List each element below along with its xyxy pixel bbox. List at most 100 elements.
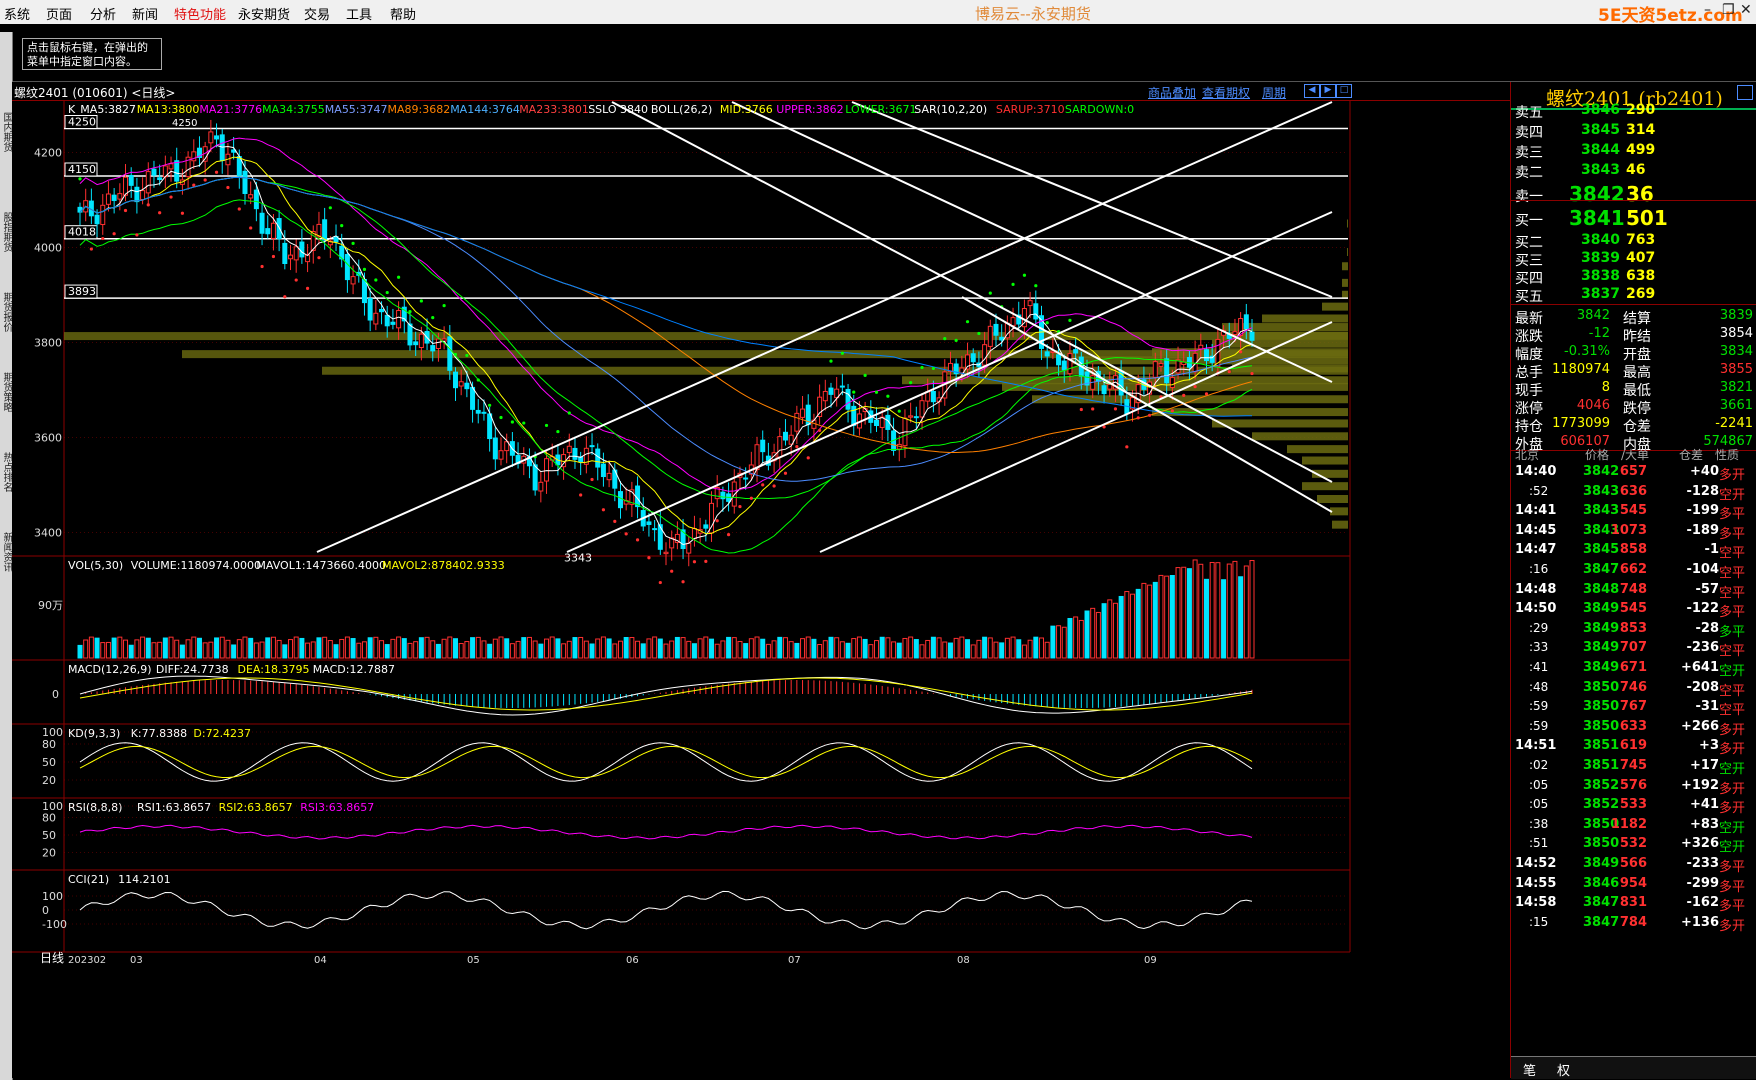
tick-time: 14:55	[1515, 875, 1557, 891]
volume-bar	[248, 637, 254, 659]
candle-body	[874, 419, 880, 427]
rsi-legend: RSI3:63.8657	[300, 801, 374, 814]
menu-page[interactable]: 页面	[46, 4, 72, 23]
volume-profile-bar	[1342, 262, 1348, 271]
tick-row: :59 3850 767 -31 空平	[1511, 697, 1756, 718]
close-icon[interactable]: ✕	[1740, 2, 1752, 18]
sar-dot	[1193, 384, 1197, 389]
candle-body	[822, 390, 828, 402]
quote-tab-0[interactable]: 笔	[1523, 1060, 1536, 1079]
tick-oi-change: +40	[1690, 464, 1719, 479]
volume-bar	[657, 638, 663, 659]
sar-dot	[78, 177, 82, 181]
tick-row: 14:51 3851 619 +3 多开	[1511, 736, 1756, 757]
sar-dot	[772, 484, 776, 488]
side-tab-0[interactable]: 国内期货	[0, 112, 12, 152]
hint-line-1: 点击鼠标右键，在弹出的	[27, 41, 148, 54]
menu-trade[interactable]: 交易	[304, 4, 330, 23]
volume-bar	[1158, 574, 1164, 659]
side-tab-2[interactable]: 期货报价	[0, 292, 12, 332]
volume-bar	[1027, 639, 1033, 659]
volume-bar	[350, 638, 356, 659]
menu-tools[interactable]: 工具	[346, 4, 372, 23]
volume-bar	[811, 638, 817, 659]
volume-bar	[196, 637, 202, 659]
volume-profile-bar	[1322, 302, 1348, 311]
volume-bar	[669, 640, 675, 659]
candle-body	[993, 323, 999, 336]
minimize-icon[interactable]: –	[1704, 2, 1711, 18]
sar-dot	[954, 338, 958, 342]
tick-row: :51 3850 532 +326 空开	[1511, 834, 1756, 856]
stat-row: 持仓 1773099 仓差 -2241	[1511, 414, 1756, 435]
side-tab-5[interactable]: 新闻资讯	[0, 532, 12, 572]
volume-bar	[987, 637, 993, 659]
menu-help[interactable]: 帮助	[390, 4, 416, 23]
tick-price: 3847	[1583, 914, 1620, 930]
sar-dot	[806, 456, 810, 460]
candle-body	[145, 171, 151, 194]
volume-bar	[600, 636, 606, 659]
ask-price: 3844	[1581, 142, 1620, 158]
volume-bar	[640, 643, 646, 659]
chart-canvas: 4200 4000 3800 3600 3400 4250 4150 4018 3893 4250…	[12, 100, 1351, 966]
tick-time: :02	[1529, 758, 1549, 772]
sar-dot	[442, 304, 446, 308]
macd-legend: MACD(12,26,9)	[68, 663, 152, 676]
menu-news[interactable]: 新闻	[132, 4, 158, 23]
volume-bar	[805, 636, 811, 659]
sar-dot	[146, 203, 150, 207]
volume-bar	[817, 644, 823, 659]
tick-volume: 671	[1619, 660, 1647, 675]
tick-row: :15 3847 784 +136 多开	[1511, 913, 1756, 934]
menu-yongan[interactable]: 永安期货	[238, 4, 290, 23]
tick-oi-change: -57	[1695, 581, 1720, 597]
menu-features[interactable]: 特色功能	[174, 4, 226, 23]
volume-bar	[88, 636, 94, 659]
tick-row: 14:50 3849 545 -122 多平	[1511, 599, 1756, 620]
side-tab-1[interactable]: 股指期货	[0, 212, 12, 252]
sar-dot	[886, 394, 890, 398]
kline-chart-panel[interactable]: 螺纹2401 (010601) <日线> 商品叠加 查看期权 周期 ◀ ▶ □ …	[12, 82, 1510, 1078]
candle-body	[595, 448, 601, 468]
sar-dot	[1239, 350, 1243, 354]
volume-bar	[373, 636, 379, 659]
rsi-tick-label: 20	[42, 846, 56, 859]
candle-body	[219, 134, 225, 162]
menu-analysis[interactable]: 分析	[90, 4, 116, 23]
ask-label: 卖二	[1515, 165, 1543, 181]
tick-volume: 545	[1619, 601, 1647, 617]
candle-body	[492, 437, 498, 460]
candle-body	[208, 131, 214, 144]
sar-dot	[305, 286, 310, 290]
restore-icon[interactable]: ❐	[1722, 2, 1735, 18]
tick-nature: 空平	[1719, 683, 1746, 699]
quote-tab-1[interactable]: 权	[1557, 1060, 1570, 1079]
candle-body	[839, 385, 845, 388]
menu-system[interactable]: 系统	[4, 4, 30, 23]
sar-dot	[237, 207, 241, 211]
volume-bar	[487, 643, 493, 659]
tick-oi-change: +136	[1680, 914, 1719, 930]
sar-dot	[544, 423, 549, 428]
candle-body	[1027, 300, 1033, 307]
stat-value: 1773099	[1552, 416, 1610, 431]
candle-body	[686, 542, 692, 554]
sar-dot	[476, 378, 480, 382]
stat-value: -2241	[1715, 416, 1753, 431]
volume-bar	[418, 637, 424, 659]
menubar: 系统 页面 分析 新闻 特色功能 永安期货 交易 工具 帮助 博易云--永安期货 5E天资5etz.…	[0, 0, 1756, 26]
side-tab-4[interactable]: 热点排名	[0, 452, 12, 492]
hint-box: 点击鼠标右键，在弹出的 菜单中指定窗口内容。	[22, 38, 162, 70]
sar-dot	[715, 519, 719, 523]
tick-volume: 662	[1619, 562, 1647, 577]
stat-value: 3661	[1719, 398, 1753, 413]
tick-nature: 多开	[1719, 781, 1746, 797]
tick-volume: 746	[1619, 679, 1647, 695]
sar-dot	[977, 331, 981, 336]
panel-menu-icon[interactable]	[1737, 85, 1753, 100]
tick-nature: 空开	[1719, 840, 1746, 856]
volume-bar	[333, 644, 339, 659]
volume-bar	[140, 636, 146, 659]
side-tab-3[interactable]: 期货策略	[0, 372, 12, 412]
